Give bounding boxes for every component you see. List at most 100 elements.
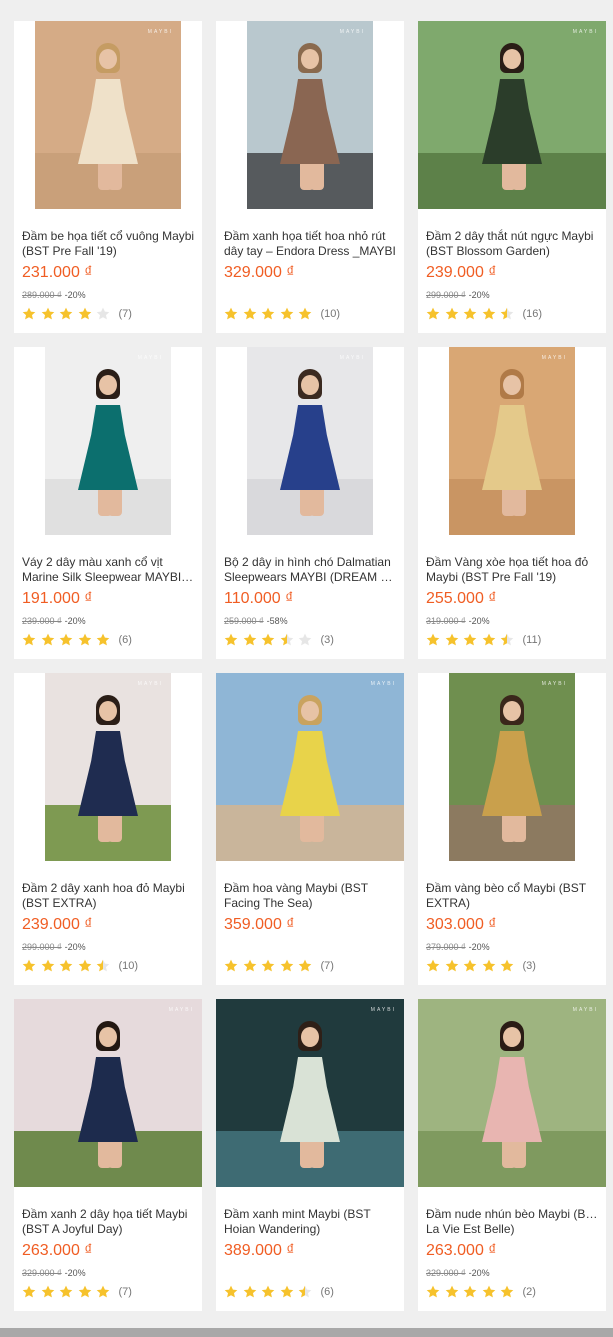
product-card[interactable]: MAYBI Đầm Vàng xòe họa tiết hoa đỏ Maybi (… <box>418 347 606 659</box>
product-card[interactable]: MAYBI Đầm nude nhún bèo Maybi (BST La Vie … <box>418 999 606 1311</box>
review-count[interactable]: (3) <box>523 960 536 972</box>
product-card[interactable]: MAYBI Đầm vàng bèo cổ Maybi (BST EXTRA) 303… <box>418 673 606 985</box>
review-count[interactable]: (10) <box>321 308 341 320</box>
star-icon <box>445 959 459 972</box>
original-price-row: 289.000 ₫ -20% <box>22 290 86 300</box>
review-count[interactable]: (3) <box>321 634 334 646</box>
original-price: 379.000 ₫ <box>426 942 466 952</box>
review-count[interactable]: (10) <box>119 960 139 972</box>
product-title-line: Đầm Vàng xòe họa tiết hoa đỏ <box>426 555 589 569</box>
brand-watermark: MAYBI <box>137 681 163 687</box>
star-icon <box>298 307 312 320</box>
star-icon <box>463 959 477 972</box>
star-icon <box>482 633 496 646</box>
original-price-row: 319.000 ₫ -20% <box>426 616 490 626</box>
product-card[interactable]: MAYBI Đầm 2 dây xanh hoa đỏ Maybi (BST EXT… <box>14 673 202 985</box>
product-price: 359.000 ₫ <box>224 916 295 933</box>
original-price: 289.000 ₫ <box>22 290 62 300</box>
product-card[interactable]: MAYBI Đầm be họa tiết cổ vuông Maybi (BST … <box>14 21 202 333</box>
star-icon <box>243 959 257 972</box>
star-icon <box>78 633 92 646</box>
product-title-line: Hoian Wandering) <box>224 1222 321 1236</box>
original-price: 299.000 ₫ <box>426 290 466 300</box>
product-image[interactable]: MAYBI <box>14 999 202 1187</box>
discount-badge: -58% <box>266 616 288 626</box>
product-image[interactable]: MAYBI <box>216 347 404 535</box>
product-card[interactable]: MAYBI Bộ 2 dây in hình chó Dalmatian Sleep… <box>216 347 404 659</box>
review-count[interactable]: (2) <box>523 1286 536 1298</box>
product-title[interactable]: Đầm xanh mint Maybi (BST Hoian Wandering) <box>224 1207 398 1237</box>
product-title[interactable]: Đầm 2 dây xanh hoa đỏ Maybi (BST EXTRA) <box>22 881 196 911</box>
product-image[interactable]: MAYBI <box>216 21 404 209</box>
star-icon <box>500 959 514 972</box>
brand-watermark: MAYBI <box>339 29 365 35</box>
review-count[interactable]: (6) <box>321 1286 334 1298</box>
product-title-line: dây tay – Endora Dress _MAYBI <box>224 244 396 258</box>
product-image[interactable]: MAYBI <box>14 673 202 861</box>
brand-watermark: MAYBI <box>137 355 163 361</box>
product-card[interactable]: MAYBI Đầm xanh 2 dây họa tiết Maybi (BST A… <box>14 999 202 1311</box>
product-card[interactable]: MAYBI Đầm xanh họa tiết hoa nhỏ rút dây ta… <box>216 21 404 333</box>
star-icon <box>78 307 92 320</box>
product-title[interactable]: Đầm be họa tiết cổ vuông Maybi (BST Pre F… <box>22 229 196 259</box>
star-icon <box>426 1285 440 1298</box>
product-price: 303.000 ₫ <box>426 916 497 933</box>
star-rating: (3) <box>426 959 536 972</box>
product-image[interactable]: MAYBI <box>216 999 404 1187</box>
product-title[interactable]: Đầm hoa vàng Maybi (BST Facing The Sea) <box>224 881 398 911</box>
discount-badge: -20% <box>64 290 86 300</box>
product-image[interactable]: MAYBI <box>418 999 606 1187</box>
product-image[interactable]: MAYBI <box>14 21 202 209</box>
review-count[interactable]: (16) <box>523 308 543 320</box>
product-image[interactable]: MAYBI <box>418 347 606 535</box>
product-title[interactable]: Đầm Vàng xòe họa tiết hoa đỏ Maybi (BST P… <box>426 555 600 585</box>
product-card[interactable]: MAYBI Đầm xanh mint Maybi (BST Hoian Wande… <box>216 999 404 1311</box>
product-price: 389.000 ₫ <box>224 1242 295 1259</box>
product-image[interactable]: MAYBI <box>14 347 202 535</box>
brand-watermark: MAYBI <box>541 681 567 687</box>
product-title[interactable]: Váy 2 dây màu xanh cổ vịt Marine Silk Sle… <box>22 555 196 585</box>
star-icon <box>59 1285 73 1298</box>
product-image[interactable]: MAYBI <box>418 21 606 209</box>
review-count[interactable]: (7) <box>119 1286 132 1298</box>
product-card[interactable]: MAYBI Váy 2 dây màu xanh cổ vịt Marine Sil… <box>14 347 202 659</box>
product-image[interactable]: MAYBI <box>216 673 404 861</box>
discount-badge: -20% <box>468 1268 490 1278</box>
star-rating: (11) <box>426 633 541 646</box>
product-price: 263.000 ₫ <box>426 1242 497 1259</box>
review-count[interactable]: (11) <box>523 634 542 646</box>
star-icon <box>482 307 496 320</box>
brand-watermark: MAYBI <box>339 355 365 361</box>
original-price-row: 259.000 ₫ -58% <box>224 616 288 626</box>
product-title-line: Đầm nude nhún bèo Maybi (BST <box>426 1207 600 1221</box>
star-icon <box>500 307 514 320</box>
review-count[interactable]: (7) <box>119 308 132 320</box>
product-title[interactable]: Đầm nude nhún bèo Maybi (BST La Vie Est B… <box>426 1207 600 1237</box>
review-count[interactable]: (6) <box>119 634 132 646</box>
star-icon <box>280 1285 294 1298</box>
original-price-row: 299.000 ₫ -20% <box>426 290 490 300</box>
original-price: 239.000 ₫ <box>22 616 62 626</box>
brand-watermark: MAYBI <box>541 355 567 361</box>
product-title[interactable]: Bộ 2 dây in hình chó Dalmatian Sleepwears… <box>224 555 398 585</box>
star-icon <box>445 1285 459 1298</box>
star-icon <box>463 307 477 320</box>
product-title-line: Bộ 2 dây in hình chó Dalmatian <box>224 555 391 569</box>
original-price: 319.000 ₫ <box>426 616 466 626</box>
star-icon <box>426 959 440 972</box>
product-card[interactable]: MAYBI Đầm 2 dây thắt nút ngực Maybi (BST B… <box>418 21 606 333</box>
original-price: 299.000 ₫ <box>22 942 62 952</box>
product-card[interactable]: MAYBI Đầm hoa vàng Maybi (BST Facing The S… <box>216 673 404 985</box>
product-title[interactable]: Đầm 2 dây thắt nút ngực Maybi (BST Blosso… <box>426 229 600 259</box>
product-title[interactable]: Đầm xanh họa tiết hoa nhỏ rút dây tay – E… <box>224 229 398 259</box>
product-image[interactable]: MAYBI <box>418 673 606 861</box>
product-title[interactable]: Đầm xanh 2 dây họa tiết Maybi (BST A Joyf… <box>22 1207 196 1237</box>
review-count[interactable]: (7) <box>321 960 334 972</box>
discount-badge: -20% <box>468 616 490 626</box>
star-rating: (10) <box>22 959 138 972</box>
star-icon <box>224 633 238 646</box>
product-title-line: Đầm 2 dây xanh hoa đỏ Maybi <box>22 881 185 895</box>
product-title[interactable]: Đầm vàng bèo cổ Maybi (BST EXTRA) <box>426 881 600 911</box>
original-price-row: 329.000 ₫ -20% <box>426 1268 490 1278</box>
product-price: 239.000 ₫ <box>22 916 93 933</box>
